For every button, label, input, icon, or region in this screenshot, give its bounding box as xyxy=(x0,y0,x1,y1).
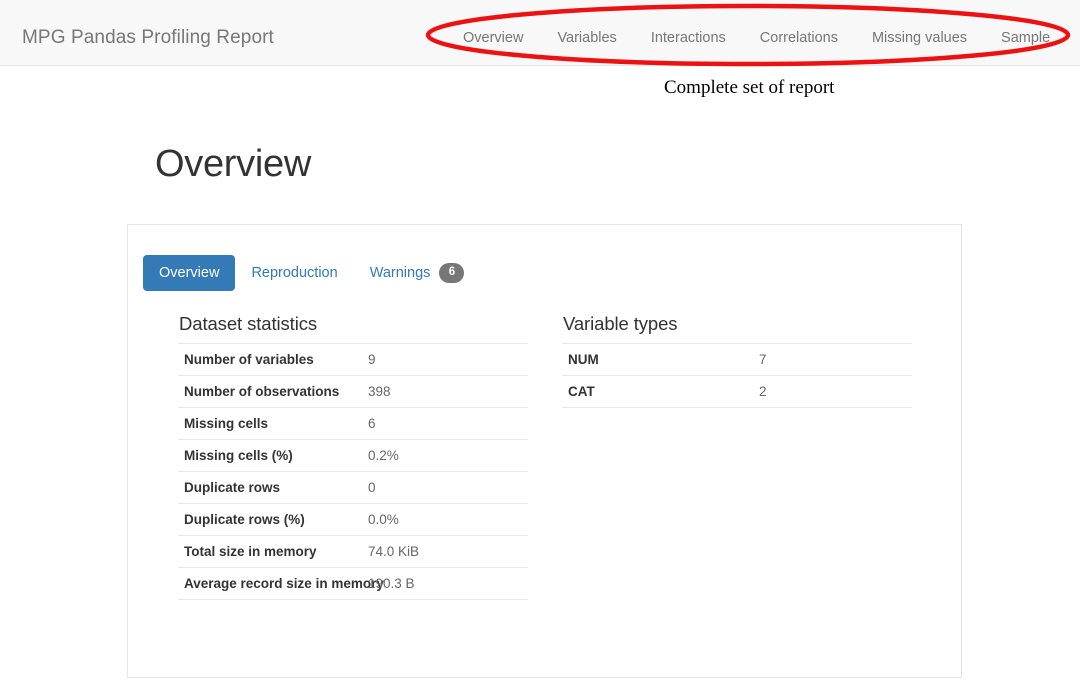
stat-value: 0 xyxy=(362,472,528,504)
table-row: Missing cells (%) 0.2% xyxy=(178,440,528,472)
navbar-links: Overview Variables Interactions Correlat… xyxy=(446,30,1067,46)
table-row: Duplicate rows (%) 0.0% xyxy=(178,504,528,536)
stat-value: 190.3 B xyxy=(362,568,528,600)
variable-types-table: NUM 7 CAT 2 xyxy=(562,343,912,408)
dataset-statistics-section: Dataset statistics Number of variables 9… xyxy=(178,313,528,600)
warnings-count-badge: 6 xyxy=(439,263,464,283)
tab-reproduction[interactable]: Reproduction xyxy=(235,255,353,291)
tab-warnings[interactable]: Warnings 6 xyxy=(354,253,481,293)
stat-value: 0.2% xyxy=(362,440,528,472)
tab-overview[interactable]: Overview xyxy=(143,255,235,291)
table-row: Number of variables 9 xyxy=(178,344,528,376)
variable-type-label: CAT xyxy=(562,376,753,408)
table-row: Missing cells 6 xyxy=(178,408,528,440)
report-brand-title: MPG Pandas Profiling Report xyxy=(22,27,274,49)
stat-label: Number of observations xyxy=(178,376,362,408)
stat-value: 74.0 KiB xyxy=(362,536,528,568)
stat-value: 398 xyxy=(362,376,528,408)
nav-link-sample[interactable]: Sample xyxy=(984,30,1067,46)
nav-link-overview[interactable]: Overview xyxy=(446,30,540,46)
variable-type-value: 7 xyxy=(753,344,912,376)
stat-label: Number of variables xyxy=(178,344,362,376)
stat-label: Duplicate rows (%) xyxy=(178,504,362,536)
dataset-statistics-heading: Dataset statistics xyxy=(179,313,528,335)
variable-types-section: Variable types NUM 7 CAT 2 xyxy=(562,313,912,408)
top-navbar: MPG Pandas Profiling Report Overview Var… xyxy=(0,0,1080,66)
tab-overview-label: Overview xyxy=(159,265,219,281)
table-row: Total size in memory 74.0 KiB xyxy=(178,536,528,568)
nav-link-interactions[interactable]: Interactions xyxy=(634,30,743,46)
stat-value: 0.0% xyxy=(362,504,528,536)
table-row: Average record size in memory 190.3 B xyxy=(178,568,528,600)
nav-link-correlations[interactable]: Correlations xyxy=(743,30,855,46)
table-row: NUM 7 xyxy=(562,344,912,376)
stat-label: Duplicate rows xyxy=(178,472,362,504)
nav-link-missing-values[interactable]: Missing values xyxy=(855,30,984,46)
page-title: Overview xyxy=(155,143,311,186)
tab-reproduction-label: Reproduction xyxy=(251,265,337,281)
variable-types-heading: Variable types xyxy=(563,313,912,335)
table-row: Duplicate rows 0 xyxy=(178,472,528,504)
stat-label: Average record size in memory xyxy=(178,568,362,600)
variable-type-label: NUM xyxy=(562,344,753,376)
card-tab-list: Overview Reproduction Warnings 6 xyxy=(143,253,480,293)
stat-label: Total size in memory xyxy=(178,536,362,568)
overview-card: Overview Reproduction Warnings 6 Dataset… xyxy=(127,224,962,678)
annotation-label: Complete set of report xyxy=(664,75,864,101)
stat-value: 9 xyxy=(362,344,528,376)
variable-type-value: 2 xyxy=(753,376,912,408)
stat-value: 6 xyxy=(362,408,528,440)
tab-warnings-label: Warnings xyxy=(370,265,431,281)
table-row: CAT 2 xyxy=(562,376,912,408)
table-row: Number of observations 398 xyxy=(178,376,528,408)
stat-label: Missing cells xyxy=(178,408,362,440)
stat-label: Missing cells (%) xyxy=(178,440,362,472)
dataset-statistics-table: Number of variables 9 Number of observat… xyxy=(178,343,528,600)
nav-link-variables[interactable]: Variables xyxy=(540,30,633,46)
